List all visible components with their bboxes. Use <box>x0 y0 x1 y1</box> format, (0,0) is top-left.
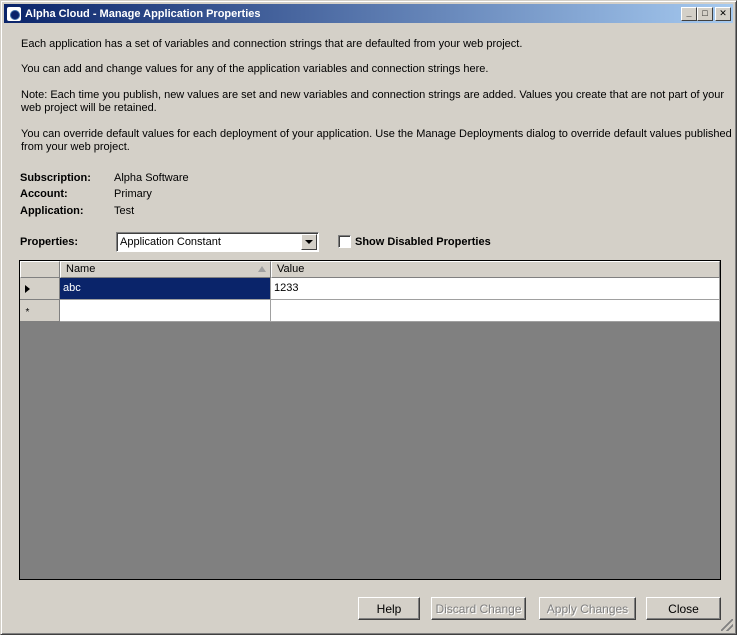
row-header[interactable] <box>20 278 60 300</box>
intro-paragraph-2: You can add and change values for any of… <box>21 63 489 75</box>
grid-corner-cell[interactable] <box>20 261 60 278</box>
minimize-button[interactable]: _ <box>681 6 697 21</box>
new-row-header[interactable]: * <box>20 300 60 322</box>
apply-changes-button[interactable]: Apply Changes <box>539 597 636 620</box>
chevron-down-icon[interactable] <box>301 234 317 250</box>
maximize-button[interactable]: □ <box>697 6 713 21</box>
window-title: Alpha Cloud - Manage Application Propert… <box>25 7 261 20</box>
title-bar[interactable]: Alpha Cloud - Manage Application Propert… <box>4 4 733 23</box>
subscription-label: Subscription: <box>20 172 91 184</box>
application-value: Test <box>114 205 135 217</box>
intro-paragraph-3-line-2: web project will be retained. <box>21 102 157 114</box>
grid-header: Name Value <box>20 261 720 278</box>
close-window-button[interactable]: ✕ <box>715 6 731 21</box>
app-icon <box>7 6 21 21</box>
new-row[interactable]: * <box>20 300 720 322</box>
column-header-name-label: Name <box>66 263 96 275</box>
cell-name[interactable]: abc <box>60 278 271 300</box>
current-row-arrow-icon <box>25 284 30 293</box>
new-row-name-cell[interactable] <box>60 300 271 322</box>
intro-paragraph-3-line-1: Note: Each time you publish, new values … <box>21 89 724 101</box>
properties-select[interactable]: Application Constant <box>116 232 319 252</box>
discard-change-button[interactable]: Discard Change <box>431 597 526 620</box>
column-header-name[interactable]: Name <box>60 261 271 278</box>
help-button[interactable]: Help <box>358 597 420 620</box>
application-label: Application: <box>20 205 84 217</box>
column-header-value-label: Value <box>277 263 305 275</box>
intro-paragraph-1: Each application has a set of variables … <box>21 38 523 50</box>
sort-ascending-icon <box>258 266 266 272</box>
cell-value[interactable]: 1233 <box>271 278 720 300</box>
manage-properties-dialog: Alpha Cloud - Manage Application Propert… <box>0 0 737 635</box>
account-value: Primary <box>114 188 152 200</box>
show-disabled-checkbox[interactable] <box>338 235 351 248</box>
intro-paragraph-4-line-2: from your web project. <box>21 141 130 153</box>
account-label: Account: <box>20 188 68 200</box>
new-row-value-cell[interactable] <box>271 300 720 322</box>
resize-grip-icon[interactable] <box>721 619 733 631</box>
subscription-value: Alpha Software <box>114 172 189 184</box>
new-row-asterisk-icon: * <box>25 307 30 318</box>
properties-label: Properties: <box>20 236 79 248</box>
properties-grid[interactable]: Name Value abc 1233 * <box>19 260 721 580</box>
close-button[interactable]: Close <box>646 597 721 620</box>
intro-paragraph-4-line-1: You can override default values for each… <box>21 128 732 140</box>
show-disabled-label[interactable]: Show Disabled Properties <box>355 236 491 248</box>
table-row[interactable]: abc 1233 <box>20 278 720 300</box>
properties-select-value: Application Constant <box>120 236 221 248</box>
column-header-value[interactable]: Value <box>271 261 720 278</box>
